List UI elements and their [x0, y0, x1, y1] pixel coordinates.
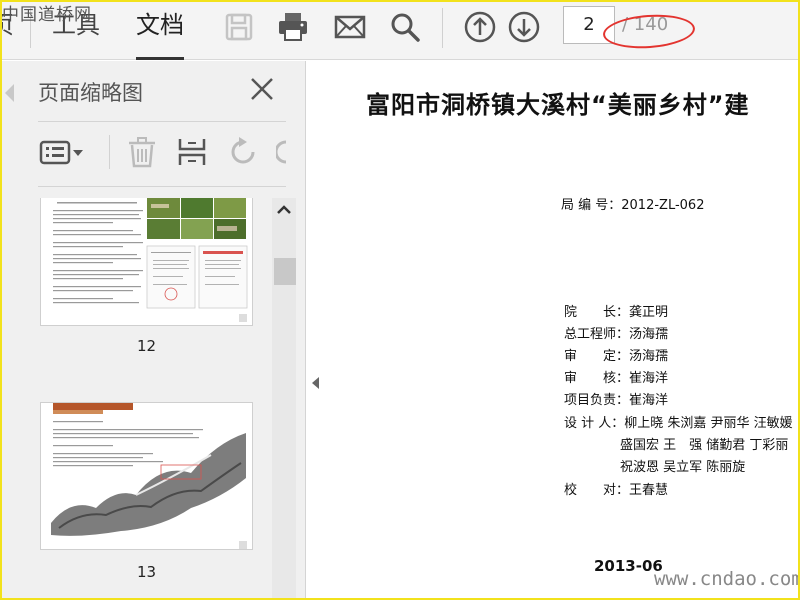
prev-page-icon[interactable] — [463, 10, 497, 44]
annotation-ellipse — [601, 11, 697, 52]
staff-row: 审 核：崔海洋 — [564, 367, 668, 386]
staff-row: 审 定：汤海孺 — [564, 345, 668, 364]
document-title: 富阳市洞桥镇大溪村“美丽乡村”建 — [366, 91, 750, 119]
staff-names: 龚正明 — [629, 305, 669, 320]
document-date: 2013-06 — [594, 557, 663, 575]
staff-names: 王春慧 — [629, 483, 669, 498]
bureau-number: 局 编 号：2012-ZL-062 — [561, 194, 704, 213]
staff-names: 崔海洋 — [629, 393, 669, 408]
next-page-icon[interactable] — [507, 10, 541, 44]
scrollbar-thumb[interactable] — [274, 258, 296, 285]
extract-page-icon[interactable] — [176, 135, 210, 169]
toolbar-divider — [442, 8, 443, 48]
staff-role: 院 长： — [564, 305, 630, 320]
scroll-up-icon[interactable] — [275, 201, 293, 219]
bureau-number-value: 2012-ZL-062 — [621, 198, 705, 213]
staff-row: 设 计 人：柳上晓 朱浏嘉 尹丽华 汪敏媛 — [564, 412, 793, 431]
thumbnail-page-12-image — [53, 198, 248, 322]
staff-row: 盛国宏 王 强 储勤君 丁彩丽 — [620, 434, 788, 453]
watermark-logo: 中国道桥网 — [2, 5, 92, 25]
print-icon[interactable] — [276, 10, 310, 44]
mail-icon[interactable] — [333, 10, 367, 44]
tab-document[interactable]: 文档 — [136, 8, 184, 60]
thumbnail-page-13-image — [51, 403, 247, 549]
panel-title: 页面缩略图 — [38, 81, 143, 105]
delete-icon[interactable] — [125, 135, 159, 169]
panel-divider — [38, 186, 286, 187]
main-toolbar: 页 工具 文档 2 / 140 — [0, 0, 800, 60]
staff-row: 项目负责：崔海洋 — [564, 389, 668, 408]
staff-role: 校 对： — [564, 483, 630, 498]
rotate-cw-icon[interactable] — [276, 135, 288, 169]
staff-names: 汤海孺 — [629, 327, 669, 342]
panel-tool-divider — [109, 135, 110, 169]
staff-role: 设 计 人： — [564, 416, 625, 431]
panel-pointer-icon — [5, 84, 14, 102]
staff-names: 崔海洋 — [629, 371, 669, 386]
collapse-panel-icon[interactable] — [312, 377, 319, 389]
staff-role: 总工程师： — [564, 327, 630, 342]
staff-role: 审 核： — [564, 371, 630, 386]
save-icon[interactable] — [222, 10, 256, 44]
staff-role: 项目负责： — [564, 393, 630, 408]
staff-names: 祝波恩 吴立军 陈丽旋 — [620, 460, 746, 475]
staff-names: 柳上晓 朱浏嘉 尹丽华 汪敏媛 — [624, 416, 793, 431]
staff-row: 校 对：王春慧 — [564, 479, 668, 498]
panel-divider — [38, 121, 286, 122]
watermark-url: www.cndao.com — [654, 568, 800, 590]
staff-row: 院 长：龚正明 — [564, 301, 668, 320]
tab-document-label: 文档 — [136, 11, 184, 39]
staff-names: 汤海孺 — [629, 349, 669, 364]
thumbnail-page-13[interactable] — [40, 402, 253, 550]
staff-row: 祝波恩 吴立军 陈丽旋 — [620, 456, 745, 475]
staff-role: 审 定： — [564, 349, 630, 364]
thumbnail-panel: 页面缩略图 12 13 — [0, 61, 306, 600]
bureau-number-label: 局 编 号： — [561, 198, 622, 213]
thumbnail-page-label: 13 — [136, 563, 157, 581]
document-page: 富阳市洞桥镇大溪村“美丽乡村”建 局 编 号：2012-ZL-062 院 长：龚… — [326, 61, 800, 600]
thumbnail-options-icon[interactable] — [38, 135, 86, 169]
staff-row: 总工程师：汤海孺 — [564, 323, 668, 342]
rotate-icon[interactable] — [226, 135, 260, 169]
search-icon[interactable] — [388, 10, 422, 44]
thumbnail-page-label: 12 — [136, 337, 157, 355]
thumbnail-page-12[interactable] — [40, 198, 253, 326]
staff-names: 盛国宏 王 强 储勤君 丁彩丽 — [620, 438, 789, 453]
close-icon[interactable] — [248, 75, 276, 103]
